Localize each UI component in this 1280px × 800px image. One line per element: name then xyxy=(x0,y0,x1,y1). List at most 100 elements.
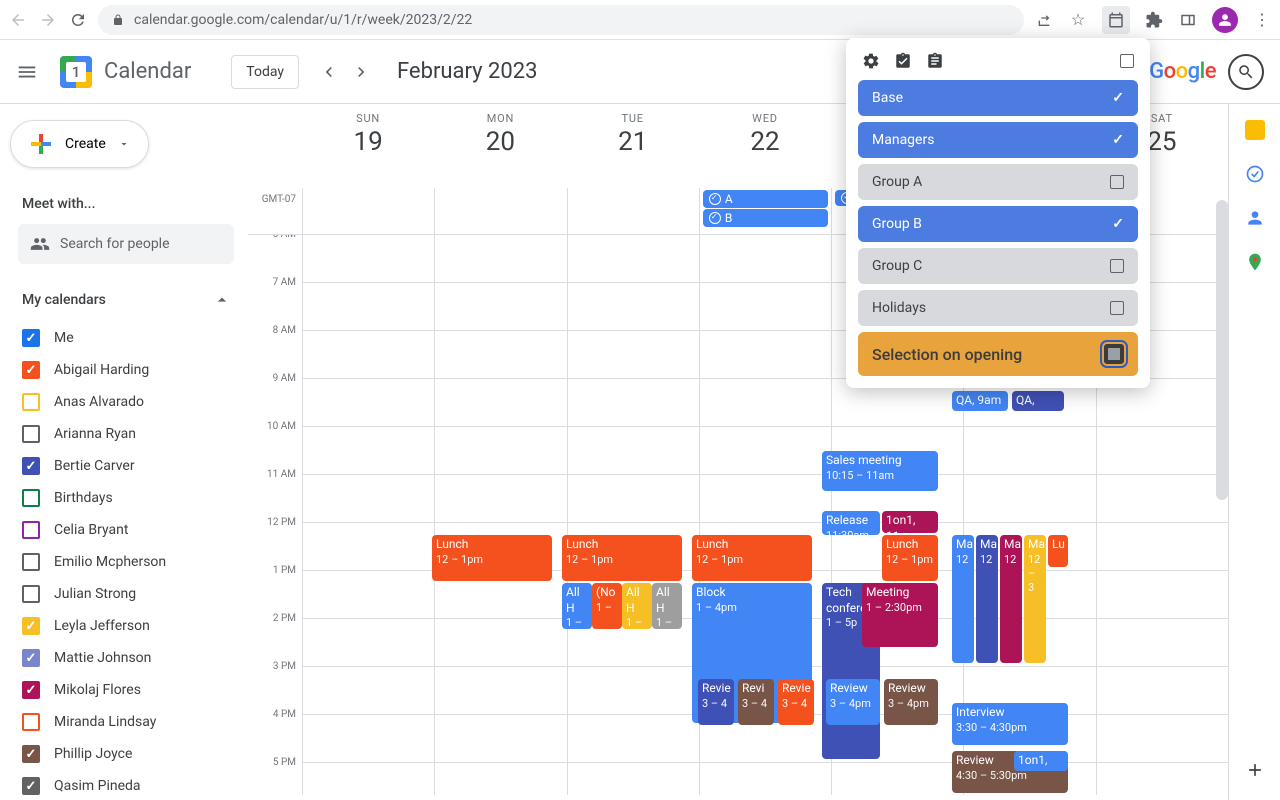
event[interactable]: Lunch12 – 1pm xyxy=(692,535,812,581)
group-row[interactable]: Group C xyxy=(858,248,1138,284)
share-icon[interactable] xyxy=(1034,10,1054,30)
group-row[interactable]: Group B xyxy=(858,206,1138,242)
calendar-checkbox[interactable] xyxy=(22,617,40,635)
calendar-item[interactable]: Miranda Lindsay xyxy=(22,706,248,738)
event[interactable]: Review3 – 4pm xyxy=(884,679,938,725)
selection-on-opening-checkbox[interactable] xyxy=(1104,344,1124,364)
extensions-puzzle-icon[interactable] xyxy=(1144,10,1164,30)
allday-chip[interactable]: A xyxy=(703,190,828,208)
event[interactable]: All H1 – xyxy=(622,583,652,629)
calendar-item[interactable]: Anas Alvarado xyxy=(22,386,248,418)
event[interactable]: Review3 – 4pm xyxy=(826,679,880,725)
reload-icon[interactable] xyxy=(68,10,88,30)
calendar-item[interactable]: Birthdays xyxy=(22,482,248,514)
check-icon[interactable] xyxy=(1112,90,1124,106)
calendar-item[interactable]: Abigail Harding xyxy=(22,354,248,386)
calendar-item[interactable]: Me xyxy=(22,322,248,354)
group-row[interactable]: Holidays xyxy=(858,290,1138,326)
calendar-item[interactable]: Phillip Joyce xyxy=(22,738,248,770)
tasks-icon[interactable] xyxy=(1245,164,1265,184)
calendar-item[interactable]: Julian Strong xyxy=(22,578,248,610)
calendar-item[interactable]: Mikolaj Flores xyxy=(22,674,248,706)
calendar-checkbox[interactable] xyxy=(22,425,40,443)
event[interactable]: Meeting1 – 2:30pm xyxy=(862,583,938,647)
group-row[interactable]: Base xyxy=(858,80,1138,116)
group-row[interactable]: Managers xyxy=(858,122,1138,158)
event[interactable]: All H1 – xyxy=(562,583,592,629)
search-people-input[interactable]: Search for people xyxy=(18,224,234,264)
profile-avatar[interactable] xyxy=(1212,7,1238,33)
calendar-logo[interactable]: 1 xyxy=(56,52,96,92)
event[interactable]: Ma12 xyxy=(952,535,974,663)
allday-chip[interactable]: B xyxy=(703,209,828,227)
event[interactable]: Revie3 – 4 xyxy=(698,679,734,725)
back-icon[interactable] xyxy=(8,10,28,30)
today-button[interactable]: Today xyxy=(231,55,299,89)
google-search-icon[interactable] xyxy=(1228,54,1264,90)
keep-icon[interactable] xyxy=(1245,120,1265,140)
allday-wed[interactable]: A B xyxy=(699,188,831,234)
event[interactable]: QA, 9am xyxy=(952,391,1008,411)
check-icon[interactable] xyxy=(1112,132,1124,148)
contacts-icon[interactable] xyxy=(1245,208,1265,228)
calendar-checkbox[interactable] xyxy=(22,489,40,507)
event[interactable]: (No1 – xyxy=(592,583,622,629)
group-row[interactable]: Group A xyxy=(858,164,1138,200)
event[interactable]: Revie3 – 4 xyxy=(778,679,814,725)
event[interactable]: Lunch12 – 1pm xyxy=(882,535,938,581)
kebab-icon[interactable]: ⋮ xyxy=(1252,10,1272,30)
allday-sun[interactable] xyxy=(302,188,434,234)
calendar-checkbox[interactable] xyxy=(22,361,40,379)
scrollbar[interactable] xyxy=(1216,200,1228,500)
calendar-item[interactable]: Emilio Mcpherson xyxy=(22,546,248,578)
create-button[interactable]: Create xyxy=(10,120,149,168)
event[interactable]: Ma12 xyxy=(1000,535,1022,663)
event[interactable]: All H1 – xyxy=(652,583,682,629)
calendar-checkbox[interactable] xyxy=(22,457,40,475)
calendar-checkbox[interactable] xyxy=(22,649,40,667)
url-bar[interactable]: calendar.google.com/calendar/u/1/r/week/… xyxy=(98,5,1024,35)
allday-mon[interactable] xyxy=(434,188,566,234)
event[interactable]: 1on1, 11: xyxy=(882,511,938,533)
day-header[interactable]: SUN19 xyxy=(302,104,434,188)
calendar-item[interactable]: Qasim Pineda xyxy=(22,770,248,800)
checkbox[interactable] xyxy=(1110,259,1124,273)
calendar-checkbox[interactable] xyxy=(22,393,40,411)
event[interactable]: Sales meeting10:15 – 11am xyxy=(822,451,938,491)
bookmark-star-icon[interactable]: ☆ xyxy=(1068,10,1088,30)
sidepanel-icon[interactable] xyxy=(1178,10,1198,30)
event[interactable]: QA, 9am xyxy=(1012,391,1064,411)
add-panel-icon[interactable] xyxy=(1245,760,1265,780)
checkbox[interactable] xyxy=(1110,175,1124,189)
calendar-item[interactable]: Leyla Jefferson xyxy=(22,610,248,642)
calendar-checkbox[interactable] xyxy=(22,521,40,539)
calendar-checkbox[interactable] xyxy=(22,585,40,603)
assignment-icon[interactable] xyxy=(894,52,912,70)
event[interactable]: Interview3:30 – 4:30pm xyxy=(952,703,1068,745)
calendar-checkbox[interactable] xyxy=(22,745,40,763)
day-header[interactable]: WED22 xyxy=(699,104,831,188)
next-week-icon[interactable] xyxy=(345,56,377,88)
event[interactable]: 1on1, 4:3 xyxy=(1014,751,1068,771)
prev-week-icon[interactable] xyxy=(313,56,345,88)
calendar-item[interactable]: Bertie Carver xyxy=(22,450,248,482)
calendar-item[interactable]: Celia Bryant xyxy=(22,514,248,546)
allday-tue[interactable] xyxy=(567,188,699,234)
calendar-checkbox[interactable] xyxy=(22,681,40,699)
day-header[interactable]: TUE21 xyxy=(567,104,699,188)
event[interactable]: Lunch12 – 1pm xyxy=(432,535,552,581)
forward-icon[interactable] xyxy=(38,10,58,30)
calendar-item[interactable]: Arianna Ryan xyxy=(22,418,248,450)
maps-icon[interactable] xyxy=(1245,252,1265,272)
my-calendars-header[interactable]: My calendars xyxy=(0,282,248,318)
selection-on-opening-row[interactable]: Selection on opening xyxy=(858,332,1138,376)
event[interactable]: Lunch12 – 1pm xyxy=(562,535,682,581)
checkbox[interactable] xyxy=(1110,301,1124,315)
calendar-checkbox[interactable] xyxy=(22,329,40,347)
calendar-item[interactable]: Mattie Johnson xyxy=(22,642,248,674)
event[interactable]: Ma12 – 3 xyxy=(1024,535,1046,663)
gear-icon[interactable] xyxy=(862,52,880,70)
extension-calendar-icon[interactable] xyxy=(1102,6,1130,34)
check-icon[interactable] xyxy=(1112,216,1124,232)
event[interactable]: Release11:30am xyxy=(822,511,880,535)
